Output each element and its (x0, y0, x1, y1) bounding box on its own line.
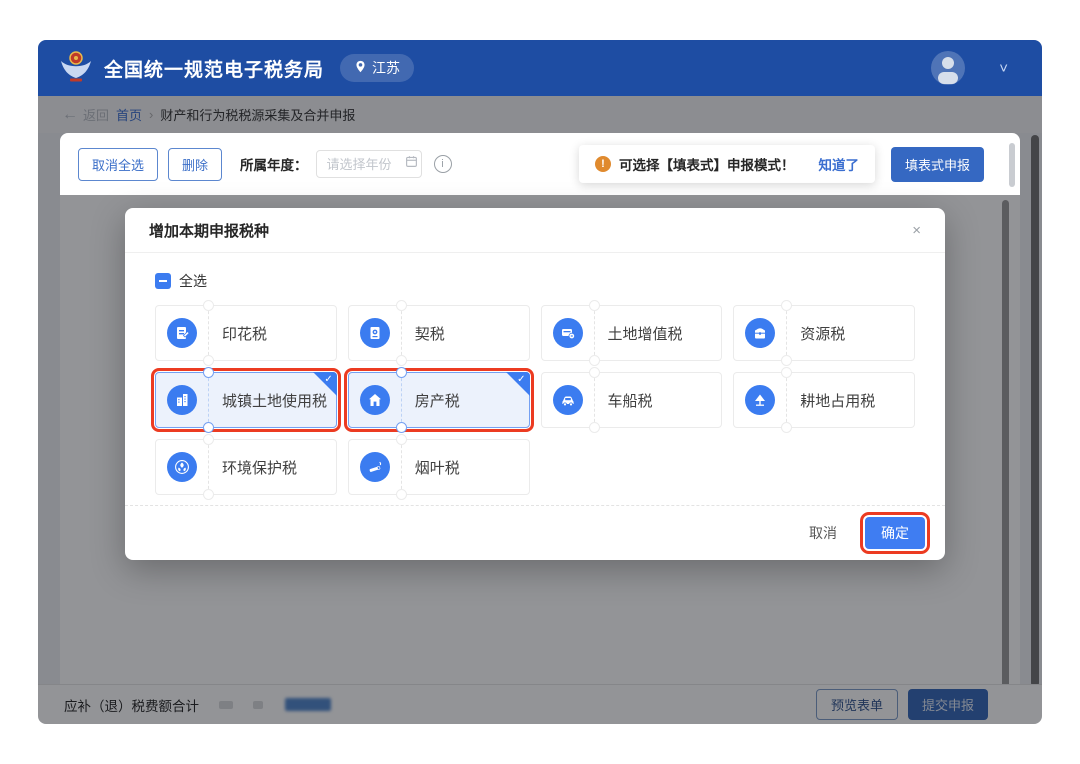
tax-card-resource[interactable]: 资源税 (733, 300, 915, 366)
tax-card-deed[interactable]: 契税 (347, 300, 530, 366)
environment-tax-icon (167, 452, 197, 482)
add-tax-types-dialog: 增加本期申报税种 × 全选 印花税 契税 土地增值税 资源税 城镇土地使用税 ✓… (125, 208, 945, 560)
land-vat-icon (552, 318, 583, 348)
info-icon[interactable]: i (433, 155, 452, 173)
cancel-select-all-button[interactable]: 取消全选 (78, 147, 159, 181)
mode-notice-popover: ! 可选择【填表式】申报模式！ 知道了 (578, 145, 875, 183)
delete-button[interactable]: 删除 (168, 147, 223, 181)
vehicle-vessel-tax-icon (552, 385, 583, 415)
dialog-footer: 取消 确定 (125, 505, 945, 560)
year-picker[interactable] (315, 150, 422, 178)
check-icon: ✓ (517, 374, 526, 385)
tax-card-farmland[interactable]: 耕地占用税 (733, 367, 915, 433)
stamp-tax-icon (167, 318, 197, 348)
tax-type-grid: 印花税 契税 土地增值税 资源税 城镇土地使用税 ✓ 房产税 ✓ 车船税 耕地占… (151, 300, 915, 500)
top-bar: 全国统一规范电子税务局 江苏 ˅ (38, 40, 1042, 96)
tax-card-urban-land[interactable]: 城镇土地使用税 ✓ (151, 367, 341, 433)
warning-icon: ! (594, 156, 611, 172)
tax-card-land-vat[interactable]: 土地增值税 (540, 300, 723, 366)
select-all-checkbox[interactable] (155, 273, 171, 289)
confirm-button[interactable]: 确定 (860, 512, 930, 554)
resource-tax-icon (745, 318, 776, 348)
toolbar-scrollbar-thumb[interactable] (1009, 143, 1015, 187)
dialog-title: 增加本期申报税种 (149, 222, 270, 240)
tax-label: 环境保护税 (222, 459, 298, 477)
dialog-header: 增加本期申报税种 × (125, 208, 945, 253)
year-field-label: 所属年度： (240, 158, 308, 173)
dialog-body: 全选 印花税 契税 土地增值税 资源税 城镇土地使用税 ✓ 房产税 ✓ 车船税 … (125, 253, 945, 500)
app-window: 全国统一规范电子税务局 江苏 ˅ ← 返回 首页 › 财产和行为税税源采集及合并… (38, 40, 1042, 724)
location-pin-icon (354, 60, 367, 76)
notice-text: 可选择【填表式】申报模式！ (618, 158, 795, 173)
select-all-row[interactable]: 全选 (155, 271, 915, 291)
deed-tax-icon (359, 318, 390, 348)
tax-bureau-emblem-icon (58, 48, 94, 89)
tax-card-environment[interactable]: 环境保护税 (155, 434, 337, 500)
calendar-icon (405, 155, 418, 173)
close-icon[interactable]: × (912, 222, 921, 239)
farmland-tax-icon (745, 385, 776, 415)
check-icon: ✓ (324, 374, 333, 385)
region-label: 江苏 (372, 60, 401, 76)
tax-label: 耕地占用税 (800, 392, 876, 410)
select-all-label: 全选 (179, 273, 207, 289)
user-avatar[interactable] (931, 51, 966, 85)
year-input[interactable] (324, 155, 399, 173)
tax-label: 房产税 (414, 392, 460, 410)
tax-label: 资源税 (800, 325, 846, 343)
tax-card-house[interactable]: 房产税 ✓ (343, 367, 534, 433)
tax-card-stamp[interactable]: 印花税 (155, 300, 337, 366)
tax-card-vehicle-vessel[interactable]: 车船税 (540, 367, 723, 433)
tax-label: 土地增值税 (607, 325, 683, 343)
app-title: 全国统一规范电子税务局 (104, 59, 325, 81)
tax-label: 印花税 (222, 325, 268, 343)
urban-land-tax-icon (167, 385, 197, 415)
chevron-down-icon[interactable]: ˅ (999, 60, 1008, 77)
cancel-button[interactable]: 取消 (797, 517, 849, 549)
tobacco-tax-icon (359, 452, 390, 482)
tax-label: 契税 (414, 325, 445, 343)
notice-got-it-link[interactable]: 知道了 (818, 154, 859, 174)
tax-label: 车船税 (607, 392, 653, 410)
tax-label: 城镇土地使用税 (222, 392, 328, 410)
form-mode-declare-button[interactable]: 填表式申报 (890, 146, 984, 182)
tax-card-tobacco[interactable]: 烟叶税 (347, 434, 530, 500)
house-tax-icon (359, 385, 390, 415)
toolbar: 取消全选 删除 所属年度： i ! 可选择【填表式】申报模式！ 知道了 填表式申… (60, 133, 1020, 195)
tax-label: 烟叶税 (414, 459, 460, 477)
region-badge[interactable]: 江苏 (340, 54, 415, 82)
